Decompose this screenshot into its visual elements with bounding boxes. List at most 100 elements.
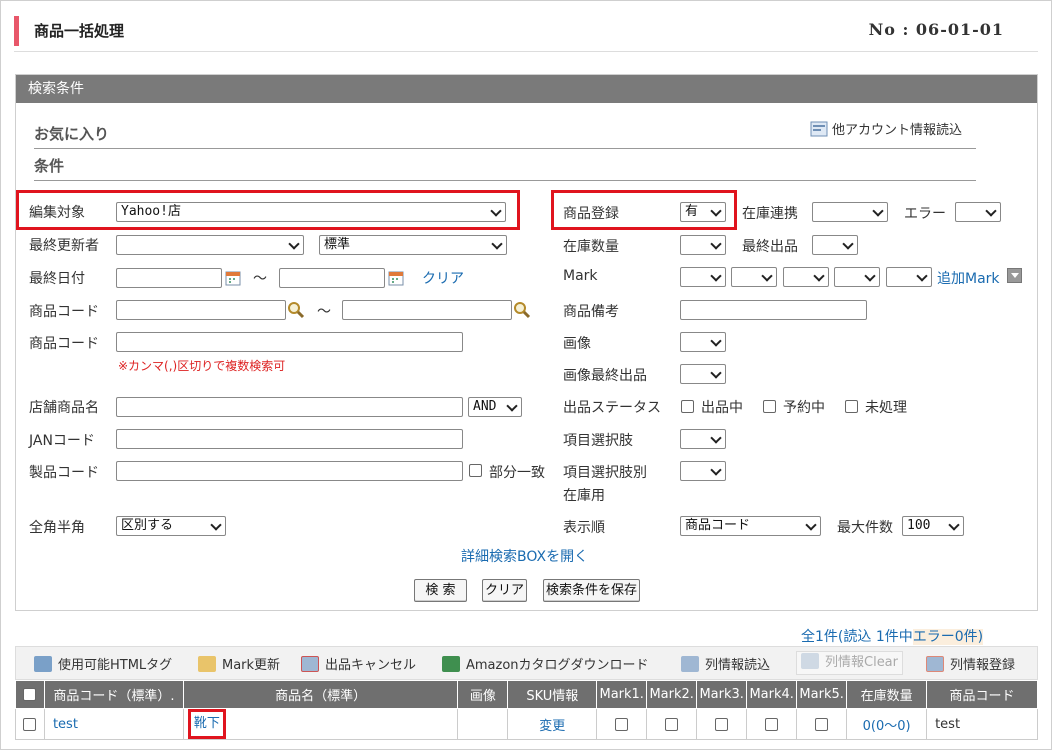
search-button[interactable]: 検 索 xyxy=(414,579,467,602)
chevron-down-icon xyxy=(813,270,825,282)
clear-button[interactable]: クリア xyxy=(482,579,527,602)
add-mark-link[interactable]: 追加Mark xyxy=(937,268,1000,288)
search-icon[interactable] xyxy=(287,301,305,319)
remark-input[interactable] xyxy=(680,300,867,320)
row-sku-link[interactable]: 変更 xyxy=(539,719,565,734)
col-product-code[interactable]: 商品コード（標準）. xyxy=(43,680,184,709)
last-listing-select[interactable] xyxy=(812,235,858,255)
calendar-icon[interactable] xyxy=(225,270,241,286)
product-code-from-input[interactable] xyxy=(116,300,286,320)
chevron-down-icon xyxy=(288,238,300,250)
col-product-name[interactable]: 商品名（標準） xyxy=(182,680,459,709)
mark-update-button[interactable]: Mark更新 xyxy=(198,654,280,673)
row-mark5-checkbox[interactable] xyxy=(815,717,829,731)
search-icon[interactable] xyxy=(513,301,531,319)
edit-target-highlight xyxy=(16,190,520,230)
standard-select[interactable]: 標準 xyxy=(319,235,507,255)
col-mark5[interactable]: Mark5. xyxy=(796,680,848,709)
image-select[interactable] xyxy=(680,332,726,352)
width-mode-label: 全角半角 xyxy=(29,520,85,536)
row-mark4-checkbox[interactable] xyxy=(765,717,779,731)
row-name-link[interactable]: 靴下 xyxy=(187,709,226,739)
chevron-down-icon xyxy=(491,238,503,250)
row-mark3-checkbox[interactable] xyxy=(715,717,729,731)
clear-columns-button[interactable]: 列情報Clear xyxy=(796,651,903,675)
product-code-list-input[interactable] xyxy=(116,332,463,352)
row-checkbox[interactable] xyxy=(23,717,37,731)
maker-code-input[interactable] xyxy=(116,461,463,481)
status-reserved-checkbox[interactable] xyxy=(763,400,776,413)
date-range-tilde: ～ xyxy=(253,271,267,287)
listing-status-label: 出品ステータス xyxy=(563,400,661,416)
width-mode-select[interactable]: 区別する xyxy=(116,516,226,536)
stock-link-select[interactable] xyxy=(812,202,888,222)
csv-note: ※カンマ(,)区切りで複数検索可 xyxy=(118,359,286,373)
error-label: エラー xyxy=(904,206,946,222)
mark2-select[interactable] xyxy=(731,267,777,287)
chevron-down-icon xyxy=(710,432,722,444)
title-accent-bar xyxy=(14,16,19,46)
last-updater-select[interactable] xyxy=(116,235,304,255)
col-mark3[interactable]: Mark3. xyxy=(696,680,748,709)
status-listed-checkbox[interactable] xyxy=(681,400,694,413)
html-tags-button[interactable]: 使用可能HTMLタグ xyxy=(34,654,172,673)
item-select-label: 項目選択肢 xyxy=(563,433,633,449)
cancel-icon xyxy=(301,656,319,672)
row-mark2-checkbox[interactable] xyxy=(665,717,679,731)
status-unprocessed-checkbox[interactable] xyxy=(845,400,858,413)
col-mark1[interactable]: Mark1. xyxy=(596,680,648,709)
chevron-down-icon xyxy=(864,270,876,282)
date-to-input[interactable] xyxy=(279,268,385,288)
row-mark1-checkbox[interactable] xyxy=(615,717,629,731)
favorites-heading: お気に入り xyxy=(34,125,110,143)
col-sku[interactable]: SKU情報 xyxy=(507,680,598,709)
expand-mark-icon[interactable] xyxy=(1007,268,1022,283)
amazon-catalog-download-button[interactable]: Amazonカタログダウンロード xyxy=(442,654,649,673)
save-conditions-button[interactable]: 検索条件を保存 xyxy=(543,579,640,602)
col-mark4[interactable]: Mark4. xyxy=(746,680,798,709)
item-select-stock-label-2: 在庫用 xyxy=(563,488,605,504)
detail-search-link[interactable]: 詳細検索BOXを開く xyxy=(461,546,588,566)
stock-qty-label: 在庫数量 xyxy=(563,239,619,255)
partial-match-checkbox[interactable] xyxy=(469,464,482,477)
date-clear-link[interactable]: クリア xyxy=(422,268,464,288)
max-count-select[interactable]: 100 xyxy=(902,516,964,536)
col-stock-qty[interactable]: 在庫数量 xyxy=(846,680,928,709)
excel-icon xyxy=(442,656,460,672)
and-or-select[interactable]: AND xyxy=(468,397,522,417)
product-code-to-input[interactable] xyxy=(342,300,512,320)
select-all-checkbox[interactable] xyxy=(23,688,37,701)
col-image[interactable]: 画像 xyxy=(457,680,509,709)
mark1-select[interactable] xyxy=(680,267,726,287)
col-product-code-2[interactable]: 商品コード xyxy=(926,680,1038,709)
stock-qty-select[interactable] xyxy=(680,235,726,255)
maker-code-label: 製品コード xyxy=(29,465,99,481)
jan-code-input[interactable] xyxy=(116,429,463,449)
mark3-select[interactable] xyxy=(783,267,829,287)
item-select-stock-select[interactable] xyxy=(680,461,726,481)
row-code-cell: test xyxy=(43,708,184,740)
row-stock-link[interactable]: 0(0～0) xyxy=(863,719,911,734)
display-order-select[interactable]: 商品コード xyxy=(680,516,821,536)
item-select-select[interactable] xyxy=(680,429,726,449)
display-order-label: 表示順 xyxy=(563,520,605,536)
row-code-link[interactable]: test xyxy=(53,717,78,732)
register-columns-button[interactable]: 列情報登録 xyxy=(926,654,1015,673)
mark4-select[interactable] xyxy=(834,267,880,287)
image-last-select[interactable] xyxy=(680,364,726,384)
chevron-down-icon xyxy=(710,464,722,476)
image-last-label: 画像最終出品 xyxy=(563,368,647,384)
col-mark2[interactable]: Mark2. xyxy=(646,680,698,709)
remark-label: 商品備考 xyxy=(563,304,619,320)
status-unprocessed-label: 未処理 xyxy=(865,400,907,416)
mark5-select[interactable] xyxy=(886,267,932,287)
load-columns-button[interactable]: 列情報読込 xyxy=(681,654,770,673)
date-from-input[interactable] xyxy=(116,268,222,288)
error-select[interactable] xyxy=(955,202,1001,222)
document-icon xyxy=(810,121,828,137)
document-icon xyxy=(801,653,819,669)
store-name-input[interactable] xyxy=(116,397,463,417)
calendar-icon[interactable] xyxy=(388,270,404,286)
other-account-link[interactable]: 他アカウント情報読込 xyxy=(810,119,962,138)
cancel-listing-button[interactable]: 出品キャンセル xyxy=(301,654,416,673)
